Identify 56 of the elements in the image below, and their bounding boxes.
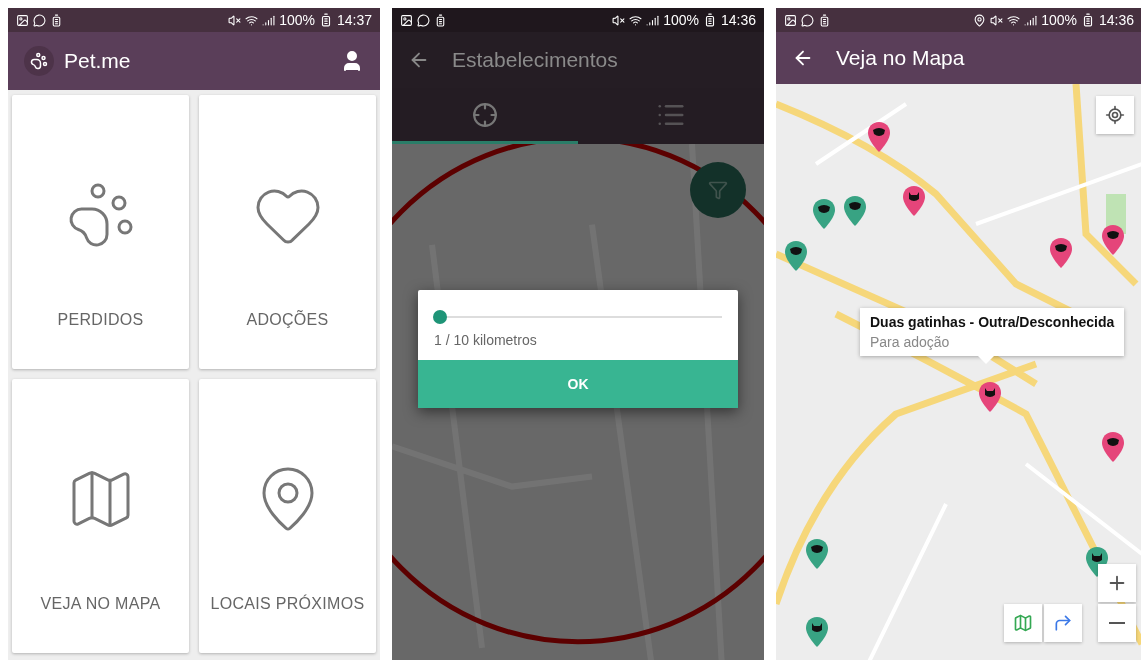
chat-icon <box>33 13 46 27</box>
signal-icon <box>1024 13 1038 27</box>
wifi-icon <box>1007 13 1021 27</box>
filter-button[interactable] <box>690 162 746 218</box>
cat-pin-icon[interactable] <box>902 185 926 217</box>
mute-icon <box>990 13 1004 27</box>
minus-icon <box>1109 622 1125 624</box>
map-icon <box>1013 613 1033 633</box>
zoom-in-button[interactable] <box>1098 564 1136 602</box>
dog-pin-icon[interactable] <box>784 240 808 272</box>
cat-pin-icon[interactable] <box>805 616 829 648</box>
info-window-pointer <box>978 356 994 364</box>
menu-card[interactable]: PERDIDOS <box>12 95 189 369</box>
my-location-button[interactable] <box>1096 96 1134 134</box>
directions-icon <box>1053 613 1073 633</box>
zoom-out-button[interactable] <box>1098 604 1136 642</box>
mute-icon <box>228 13 242 27</box>
screen-title: Veja no Mapa <box>836 46 965 70</box>
signal-icon <box>262 13 276 27</box>
directions-button[interactable] <box>1044 604 1082 642</box>
dog-pin-icon[interactable] <box>1101 431 1125 463</box>
filter-icon <box>708 180 728 200</box>
signal-icon <box>646 13 660 27</box>
wifi-icon <box>629 13 643 27</box>
cat-pin-icon[interactable] <box>978 381 1002 413</box>
battery-percent: 100% <box>279 12 315 28</box>
chat-icon <box>417 13 430 27</box>
menu-card[interactable]: ADOÇÕES <box>199 95 376 369</box>
dog-pin-icon[interactable] <box>843 195 867 227</box>
image-icon <box>16 13 29 27</box>
crosshair-icon <box>472 101 498 128</box>
mute-icon <box>612 13 626 27</box>
wifi-icon <box>245 13 259 27</box>
chat-icon <box>801 13 814 27</box>
clock-time: 14:36 <box>720 12 756 28</box>
distance-reading: 1 / 10 kilometros <box>434 332 538 348</box>
location-icon <box>973 13 987 27</box>
dog-pin-icon[interactable] <box>812 198 836 230</box>
dog-pin-icon[interactable] <box>1049 237 1073 269</box>
marker-info-window[interactable]: Duas gatinhas - Outra/Desconhecida Para adoção <box>860 308 1125 356</box>
image-icon <box>400 13 413 27</box>
paw-logo-icon <box>24 46 54 76</box>
menu-card[interactable]: LOCAIS PRÓXIMOS <box>199 379 376 653</box>
clock-time: 14:36 <box>1098 12 1134 28</box>
open-maps-button[interactable] <box>1004 604 1042 642</box>
my-location-icon <box>1105 105 1125 125</box>
app-title: Pet.me <box>64 49 131 73</box>
clock-time: 14:37 <box>336 12 372 28</box>
screen-title: Estabelecimentos <box>452 48 618 72</box>
menu-card[interactable]: VEJA NO MAPA <box>12 379 189 653</box>
battery-percent: 100% <box>1041 12 1077 28</box>
image-icon <box>784 13 797 27</box>
dog-pin-icon[interactable] <box>805 538 829 570</box>
battery-percent: 100% <box>663 12 699 28</box>
dog-pin-icon[interactable] <box>867 121 891 153</box>
dog-pin-icon[interactable] <box>1101 224 1125 256</box>
